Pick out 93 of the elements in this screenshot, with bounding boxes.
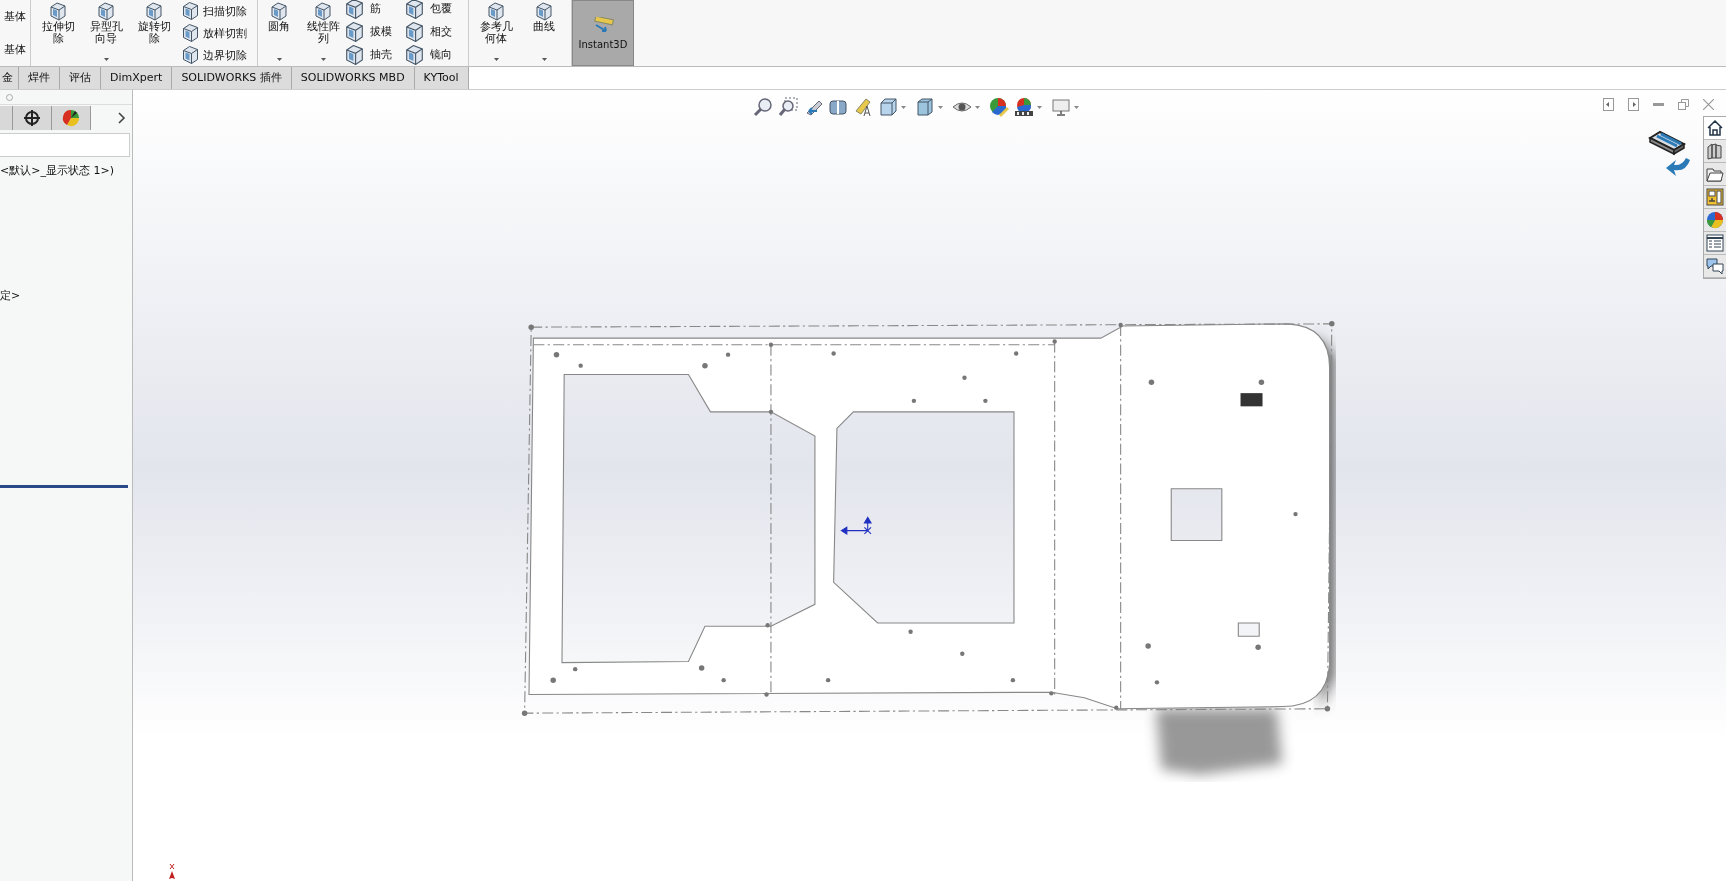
button-label: 包覆 (430, 1, 452, 16)
custom-properties-tab[interactable] (1704, 232, 1726, 255)
tab[interactable]: DimXpert (101, 67, 173, 89)
crosshair-tab[interactable] (13, 106, 52, 130)
zoom-fit-icon[interactable] (753, 97, 773, 117)
button-label: 相交 (430, 24, 452, 39)
tile-left-icon[interactable] (1603, 98, 1614, 111)
tree-item[interactable]: <默认>_显示状态 1>) (0, 163, 114, 178)
button-label: 筋 (370, 1, 381, 16)
caret-icon[interactable] (901, 105, 906, 109)
library-tab[interactable] (1704, 140, 1726, 163)
toolbar-button[interactable]: 抽壳 (346, 43, 392, 66)
button-label: 参考几何体 (478, 21, 514, 45)
cube-icon (406, 21, 423, 42)
home-tab[interactable] (1704, 117, 1726, 140)
view-palette-tab[interactable] (1704, 186, 1726, 209)
toolbar-button[interactable]: 参考几何体 (473, 0, 519, 66)
cube-icon (96, 1, 116, 21)
toolbar-button[interactable]: 放样切割 (183, 23, 247, 43)
zoom-area-icon[interactable] (778, 97, 798, 117)
button-label: 曲线 (532, 21, 556, 33)
cube-icon (486, 1, 506, 21)
toolbar-button[interactable]: 筋 (346, 0, 392, 20)
crosshair-icon (23, 109, 41, 127)
toolbar-label[interactable]: 基体 (4, 9, 26, 24)
origin-triad-icon (840, 516, 872, 535)
toolbar-button[interactable]: 异型孔向导 (83, 0, 129, 66)
cube-icon (346, 0, 363, 19)
appearances-tab[interactable] (1704, 209, 1726, 232)
caret-icon[interactable] (938, 105, 943, 109)
button-label: 边界切除 (203, 47, 247, 63)
toolbar-button[interactable]: 拔模 (346, 20, 392, 43)
toolbar-button[interactable]: 旋转切除 (131, 0, 177, 66)
cube-icon (269, 1, 289, 21)
cube-icon (346, 21, 363, 42)
section-view-icon[interactable] (828, 97, 848, 117)
button-label: 拉伸切除 (40, 21, 76, 45)
cube-icon (183, 2, 198, 20)
toolbar-button[interactable]: 拉伸切除 (35, 0, 81, 66)
monitor-icon[interactable] (1051, 97, 1071, 117)
cube-icon (406, 0, 423, 19)
tab[interactable]: KYTool (414, 67, 469, 89)
tile-right-icon[interactable] (1628, 98, 1639, 111)
caret-icon[interactable] (975, 105, 980, 109)
button-label: 镜向 (430, 47, 452, 62)
chevron-right-icon[interactable] (118, 112, 126, 124)
cube-icon (183, 46, 198, 64)
toolbar-button[interactable]: 曲线 (521, 0, 567, 66)
forum-tab[interactable] (1704, 255, 1726, 278)
color-wheel-icon (61, 108, 81, 128)
caret-icon[interactable] (1074, 105, 1079, 109)
cube-icon (346, 44, 363, 65)
tab[interactable]: 金 (0, 67, 19, 89)
cube-icon (48, 1, 68, 21)
cube-icon (144, 1, 164, 21)
dynamic-annotation-icon[interactable] (853, 97, 873, 117)
scene-icon[interactable] (1014, 97, 1034, 117)
toolbar-button[interactable]: 扫描切除 (183, 1, 247, 21)
toolbar-button[interactable]: 圆角 (258, 0, 300, 66)
button-label: 拔模 (370, 24, 392, 39)
toolbar-button[interactable]: 包覆 (406, 0, 452, 20)
filter-field[interactable] (0, 133, 130, 157)
button-label: 旋转切除 (136, 21, 172, 45)
cube-icon (183, 24, 198, 42)
tab[interactable]: 评估 (60, 67, 101, 89)
axis-triad-icon (167, 863, 177, 881)
display-style-icon[interactable] (915, 97, 935, 117)
view-orientation-icon[interactable] (878, 97, 898, 117)
button-label: 异型孔向导 (88, 21, 124, 45)
cube-icon (534, 1, 554, 21)
toolbar-button[interactable]: 镜向 (406, 43, 452, 66)
cube-icon (313, 1, 333, 21)
tree-item[interactable]: 定> (0, 288, 21, 303)
restore-icon[interactable] (1678, 99, 1689, 110)
button-label: 放样切割 (203, 25, 247, 41)
instant3d-button[interactable]: Instant3D (572, 0, 634, 66)
cube-icon (406, 44, 423, 65)
close-icon[interactable] (1703, 99, 1714, 110)
caret-icon[interactable] (1037, 105, 1042, 109)
tab[interactable]: SOLIDWORKS 插件 (172, 67, 292, 89)
button-label: 圆角 (267, 21, 291, 33)
view-selector-icon[interactable] (1648, 130, 1692, 178)
tab[interactable]: 焊件 (19, 67, 60, 89)
tab[interactable]: SOLIDWORKS MBD (291, 67, 415, 89)
edit-appearance-icon[interactable] (989, 97, 1009, 117)
toolbar-button[interactable]: 线性阵列 (302, 0, 344, 66)
button-label: 抽壳 (370, 47, 392, 62)
toolbar-button[interactable]: 边界切除 (183, 45, 247, 65)
button-label: 线性阵列 (305, 21, 341, 45)
toolbar-button[interactable]: 相交 (406, 20, 452, 43)
ruler-arrow-icon (592, 16, 614, 35)
button-label: 扫描切除 (203, 3, 247, 19)
toolbar-label[interactable]: 基体 (4, 42, 26, 57)
